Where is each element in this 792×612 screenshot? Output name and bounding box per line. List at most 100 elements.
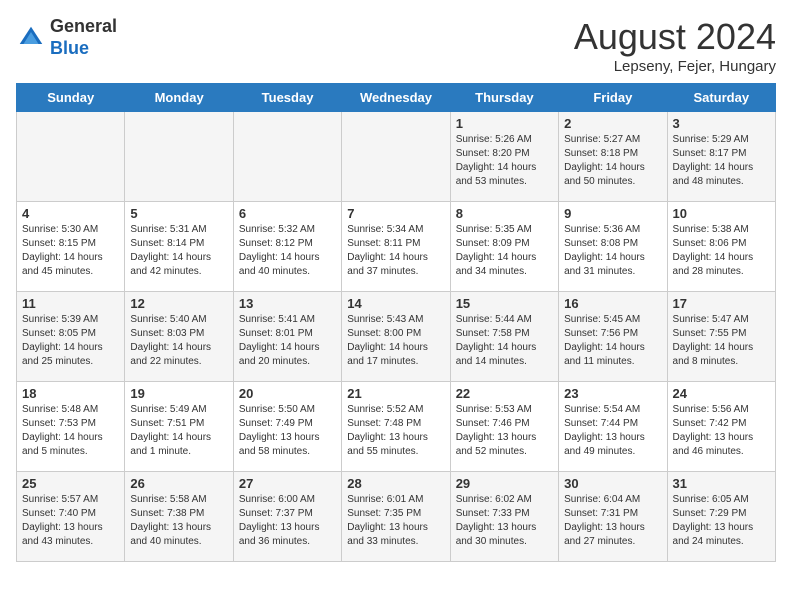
calendar-cell: 30 Sunrise: 6:04 AM Sunset: 7:31 PM Dayli… — [559, 472, 667, 562]
weekday-header: Tuesday — [233, 84, 341, 112]
calendar-cell: 23 Sunrise: 5:54 AM Sunset: 7:44 PM Dayli… — [559, 382, 667, 472]
calendar-cell: 14 Sunrise: 5:43 AM Sunset: 8:00 PM Dayli… — [342, 292, 450, 382]
day-info: Sunrise: 5:56 AM Sunset: 7:42 PM Dayligh… — [673, 403, 770, 459]
day-number: 30 — [564, 476, 661, 491]
calendar-cell: 4 Sunrise: 5:30 AM Sunset: 8:15 PM Daylig… — [17, 202, 125, 292]
calendar-cell: 11 Sunrise: 5:39 AM Sunset: 8:05 PM Dayli… — [17, 292, 125, 382]
day-info: Sunrise: 6:00 AM Sunset: 7:37 PM Dayligh… — [239, 493, 336, 549]
day-number: 7 — [347, 206, 444, 221]
day-info: Sunrise: 5:47 AM Sunset: 7:55 PM Dayligh… — [673, 313, 770, 369]
weekday-header: Saturday — [667, 84, 775, 112]
day-number: 10 — [673, 206, 770, 221]
day-info: Sunrise: 5:57 AM Sunset: 7:40 PM Dayligh… — [22, 493, 119, 549]
day-number: 13 — [239, 296, 336, 311]
day-number: 25 — [22, 476, 119, 491]
day-info: Sunrise: 5:53 AM Sunset: 7:46 PM Dayligh… — [456, 403, 553, 459]
weekday-header: Thursday — [450, 84, 558, 112]
calendar-cell: 25 Sunrise: 5:57 AM Sunset: 7:40 PM Dayli… — [17, 472, 125, 562]
title-block: August 2024 Lepseny, Fejer, Hungary — [574, 16, 776, 75]
weekday-header: Wednesday — [342, 84, 450, 112]
calendar-cell: 15Sunrise: 5:44 AM Sunset: 7:58 PM Dayli… — [450, 292, 558, 382]
calendar-cell: 13Sunrise: 5:41 AM Sunset: 8:01 PM Dayli… — [233, 292, 341, 382]
day-info: Sunrise: 5:32 AM Sunset: 8:12 PM Dayligh… — [239, 223, 336, 279]
calendar-cell: 1 Sunrise: 5:26 AM Sunset: 8:20 PM Daylig… — [450, 112, 558, 202]
day-info: Sunrise: 5:49 AM Sunset: 7:51 PM Dayligh… — [130, 403, 227, 459]
calendar-cell: 24Sunrise: 5:56 AM Sunset: 7:42 PM Dayli… — [667, 382, 775, 472]
calendar-cell — [233, 112, 341, 202]
calendar-cell: 21 Sunrise: 5:52 AM Sunset: 7:48 PM Dayli… — [342, 382, 450, 472]
day-info: Sunrise: 5:54 AM Sunset: 7:44 PM Dayligh… — [564, 403, 661, 459]
day-number: 11 — [22, 296, 119, 311]
calendar-week-row: 25 Sunrise: 5:57 AM Sunset: 7:40 PM Dayli… — [17, 472, 776, 562]
calendar-cell: 2 Sunrise: 5:27 AM Sunset: 8:18 PM Daylig… — [559, 112, 667, 202]
day-number: 9 — [564, 206, 661, 221]
day-info: Sunrise: 6:02 AM Sunset: 7:33 PM Dayligh… — [456, 493, 553, 549]
day-info: Sunrise: 5:48 AM Sunset: 7:53 PM Dayligh… — [22, 403, 119, 459]
day-number: 19 — [130, 386, 227, 401]
calendar-cell: 29Sunrise: 6:02 AM Sunset: 7:33 PM Dayli… — [450, 472, 558, 562]
day-number: 23 — [564, 386, 661, 401]
day-number: 1 — [456, 116, 553, 131]
calendar-cell: 18Sunrise: 5:48 AM Sunset: 7:53 PM Dayli… — [17, 382, 125, 472]
logo-general: General — [50, 16, 117, 36]
main-title: August 2024 — [574, 16, 776, 58]
calendar-cell: 17Sunrise: 5:47 AM Sunset: 7:55 PM Dayli… — [667, 292, 775, 382]
calendar-cell: 27 Sunrise: 6:00 AM Sunset: 7:37 PM Dayli… — [233, 472, 341, 562]
day-number: 5 — [130, 206, 227, 221]
day-number: 4 — [22, 206, 119, 221]
calendar-table: SundayMondayTuesdayWednesdayThursdayFrid… — [16, 83, 776, 562]
day-info: Sunrise: 5:58 AM Sunset: 7:38 PM Dayligh… — [130, 493, 227, 549]
day-info: Sunrise: 5:39 AM Sunset: 8:05 PM Dayligh… — [22, 313, 119, 369]
day-number: 27 — [239, 476, 336, 491]
calendar-week-row: 1 Sunrise: 5:26 AM Sunset: 8:20 PM Daylig… — [17, 112, 776, 202]
day-info: Sunrise: 5:50 AM Sunset: 7:49 PM Dayligh… — [239, 403, 336, 459]
day-info: Sunrise: 5:26 AM Sunset: 8:20 PM Dayligh… — [456, 133, 553, 189]
day-number: 12 — [130, 296, 227, 311]
calendar-cell: 20Sunrise: 5:50 AM Sunset: 7:49 PM Dayli… — [233, 382, 341, 472]
calendar-week-row: 11 Sunrise: 5:39 AM Sunset: 8:05 PM Dayli… — [17, 292, 776, 382]
calendar-week-row: 18Sunrise: 5:48 AM Sunset: 7:53 PM Dayli… — [17, 382, 776, 472]
calendar-cell: 8 Sunrise: 5:35 AM Sunset: 8:09 PM Daylig… — [450, 202, 558, 292]
day-info: Sunrise: 5:30 AM Sunset: 8:15 PM Dayligh… — [22, 223, 119, 279]
day-info: Sunrise: 6:01 AM Sunset: 7:35 PM Dayligh… — [347, 493, 444, 549]
calendar-cell: 16 Sunrise: 5:45 AM Sunset: 7:56 PM Dayli… — [559, 292, 667, 382]
day-number: 2 — [564, 116, 661, 131]
weekday-header: Sunday — [17, 84, 125, 112]
day-number: 8 — [456, 206, 553, 221]
day-number: 22 — [456, 386, 553, 401]
day-info: Sunrise: 5:44 AM Sunset: 7:58 PM Dayligh… — [456, 313, 553, 369]
calendar-cell: 6Sunrise: 5:32 AM Sunset: 8:12 PM Daylig… — [233, 202, 341, 292]
day-info: Sunrise: 6:05 AM Sunset: 7:29 PM Dayligh… — [673, 493, 770, 549]
day-info: Sunrise: 6:04 AM Sunset: 7:31 PM Dayligh… — [564, 493, 661, 549]
day-number: 31 — [673, 476, 770, 491]
subtitle: Lepseny, Fejer, Hungary — [574, 58, 776, 75]
calendar-cell: 10Sunrise: 5:38 AM Sunset: 8:06 PM Dayli… — [667, 202, 775, 292]
day-info: Sunrise: 5:40 AM Sunset: 8:03 PM Dayligh… — [130, 313, 227, 369]
page-header: General Blue August 2024 Lepseny, Fejer,… — [16, 16, 776, 75]
day-number: 16 — [564, 296, 661, 311]
calendar-cell: 31 Sunrise: 6:05 AM Sunset: 7:29 PM Dayli… — [667, 472, 775, 562]
day-info: Sunrise: 5:27 AM Sunset: 8:18 PM Dayligh… — [564, 133, 661, 189]
calendar-cell: 5 Sunrise: 5:31 AM Sunset: 8:14 PM Daylig… — [125, 202, 233, 292]
calendar-cell: 22 Sunrise: 5:53 AM Sunset: 7:46 PM Dayli… — [450, 382, 558, 472]
day-number: 14 — [347, 296, 444, 311]
logo-text: General Blue — [50, 16, 117, 59]
logo: General Blue — [16, 16, 117, 59]
logo-icon — [16, 23, 46, 53]
logo-blue: Blue — [50, 38, 89, 58]
calendar-cell: 7Sunrise: 5:34 AM Sunset: 8:11 PM Daylig… — [342, 202, 450, 292]
day-number: 21 — [347, 386, 444, 401]
day-info: Sunrise: 5:31 AM Sunset: 8:14 PM Dayligh… — [130, 223, 227, 279]
calendar-cell — [125, 112, 233, 202]
day-info: Sunrise: 5:52 AM Sunset: 7:48 PM Dayligh… — [347, 403, 444, 459]
day-info: Sunrise: 5:45 AM Sunset: 7:56 PM Dayligh… — [564, 313, 661, 369]
weekday-row: SundayMondayTuesdayWednesdayThursdayFrid… — [17, 84, 776, 112]
calendar-cell: 3Sunrise: 5:29 AM Sunset: 8:17 PM Daylig… — [667, 112, 775, 202]
day-number: 3 — [673, 116, 770, 131]
calendar-cell — [17, 112, 125, 202]
day-info: Sunrise: 5:35 AM Sunset: 8:09 PM Dayligh… — [456, 223, 553, 279]
day-number: 26 — [130, 476, 227, 491]
day-info: Sunrise: 5:36 AM Sunset: 8:08 PM Dayligh… — [564, 223, 661, 279]
day-info: Sunrise: 5:43 AM Sunset: 8:00 PM Dayligh… — [347, 313, 444, 369]
calendar-week-row: 4 Sunrise: 5:30 AM Sunset: 8:15 PM Daylig… — [17, 202, 776, 292]
